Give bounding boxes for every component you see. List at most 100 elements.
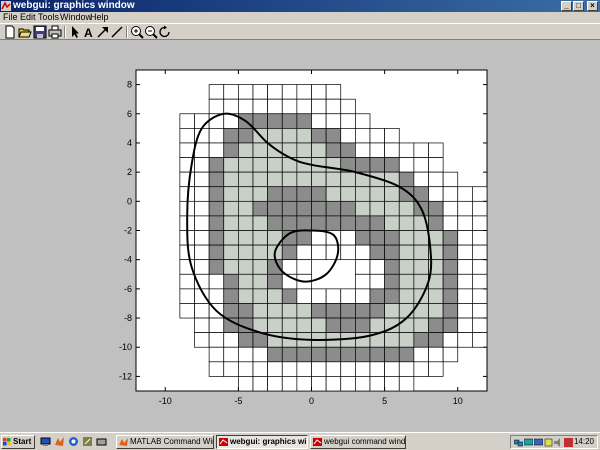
print-icon[interactable] [48, 25, 62, 39]
grid-cell [398, 273, 415, 290]
grid-cell [398, 244, 415, 261]
plot-svg: -10 -5 0 5 10 -12 -10 -8 -6 -4 -2 0 2 4 6 8 [119, 69, 488, 406]
grid-cell [325, 215, 342, 231]
minimize-button[interactable]: _ [561, 1, 572, 11]
pointer-icon[interactable] [68, 25, 82, 39]
toolbar: A [0, 23, 600, 40]
matlab-icon[interactable] [54, 436, 65, 447]
grid-cell [369, 346, 385, 363]
grid-cell [340, 361, 356, 377]
zoom-in-icon[interactable] [130, 25, 144, 39]
grid-cell [223, 346, 239, 363]
browser-icon[interactable] [68, 436, 79, 447]
grid-cell [311, 84, 327, 100]
grid-cell [355, 303, 371, 319]
grid-cell [442, 259, 459, 275]
grid-cell [355, 332, 371, 348]
grid-cell [472, 259, 488, 275]
arrow-icon[interactable] [96, 25, 110, 39]
menu-window[interactable]: Window [60, 12, 92, 23]
grid-cell [238, 332, 254, 348]
grid-cell [355, 157, 371, 173]
menu-tools[interactable]: Tools [38, 12, 59, 23]
grid-cell [179, 113, 195, 129]
task-webgui-command-window[interactable]: webgui command window ... [310, 435, 406, 449]
grid-cell [442, 171, 459, 188]
grid-cell [238, 259, 254, 275]
grid-cell [384, 186, 400, 202]
shortcut-icon[interactable] [82, 436, 93, 447]
grid-cell [296, 215, 312, 231]
grid-cell [223, 361, 239, 377]
monitor-icon[interactable] [524, 438, 533, 447]
grid-cell [267, 317, 283, 333]
save-icon[interactable] [33, 25, 47, 39]
desktop-icon[interactable] [40, 436, 51, 447]
grid-cell [355, 376, 371, 392]
grid-cell [384, 200, 400, 217]
grid-cell [223, 157, 239, 173]
grid-cell [281, 361, 298, 377]
grid-cell [340, 346, 356, 363]
grid-cell [194, 303, 210, 319]
grid-cell [384, 142, 400, 158]
grid-cell [194, 215, 210, 231]
line-icon[interactable] [110, 25, 124, 39]
grid-cell [223, 200, 239, 217]
task-graphics-window[interactable]: webgui: graphics win... [216, 435, 308, 449]
grid-cell [472, 215, 488, 231]
y-tick-label: -2 [124, 226, 132, 236]
grid-cell [325, 361, 342, 377]
grid-cell [311, 244, 327, 261]
text-icon[interactable]: A [82, 25, 96, 39]
app-tray-icon[interactable] [564, 438, 573, 447]
grid-cell [311, 200, 327, 217]
tool-icon[interactable] [96, 436, 107, 447]
grid-cell [340, 215, 356, 231]
grid-cell [179, 288, 195, 304]
grid-cell [428, 157, 444, 173]
grid-cell [340, 376, 356, 392]
grid-cell [252, 288, 268, 304]
grid-cell [311, 186, 327, 202]
grid-cell [428, 142, 444, 158]
grid-cell [208, 273, 225, 290]
grid-cell [281, 113, 298, 129]
grid-cell [311, 230, 327, 246]
grid-cell [428, 332, 444, 348]
grid-cell [413, 346, 429, 363]
grid-cell [472, 332, 488, 348]
open-icon[interactable] [18, 25, 32, 39]
grid-cell [267, 273, 283, 290]
task-matlab-command-window[interactable]: MATLAB Command Window [116, 435, 214, 449]
network-icon[interactable] [514, 438, 523, 447]
start-button[interactable]: Start [1, 435, 35, 449]
grid-cell [340, 317, 356, 333]
grid-cell [208, 230, 225, 246]
grid-cell [384, 128, 400, 144]
grid-cell [398, 142, 415, 158]
security-icon[interactable] [544, 438, 553, 447]
y-tick-label: 6 [127, 109, 132, 119]
grid-cell [472, 200, 488, 217]
display-icon[interactable] [534, 438, 543, 447]
menu-file[interactable]: File [3, 12, 18, 23]
grid-cell [340, 303, 356, 319]
volume-icon[interactable] [554, 438, 563, 447]
grid-cell [267, 303, 283, 319]
toolbar-separator [126, 26, 128, 38]
menu-edit[interactable]: Edit [20, 12, 36, 23]
grid-cell [442, 303, 459, 319]
maximize-button[interactable]: □ [573, 1, 584, 11]
zoom-out-icon[interactable] [144, 25, 158, 39]
grid-cell [267, 288, 283, 304]
new-icon[interactable] [3, 25, 17, 39]
close-button[interactable]: × [587, 1, 598, 11]
grid-cell [223, 273, 239, 290]
menu-help[interactable]: Help [90, 12, 109, 23]
rotate-icon[interactable] [158, 25, 172, 39]
grid-cell [238, 346, 254, 363]
title-bar[interactable]: webgui: graphics window _ □ × [0, 0, 600, 12]
y-tick-label: 0 [127, 196, 132, 206]
grid-cell [281, 244, 298, 261]
